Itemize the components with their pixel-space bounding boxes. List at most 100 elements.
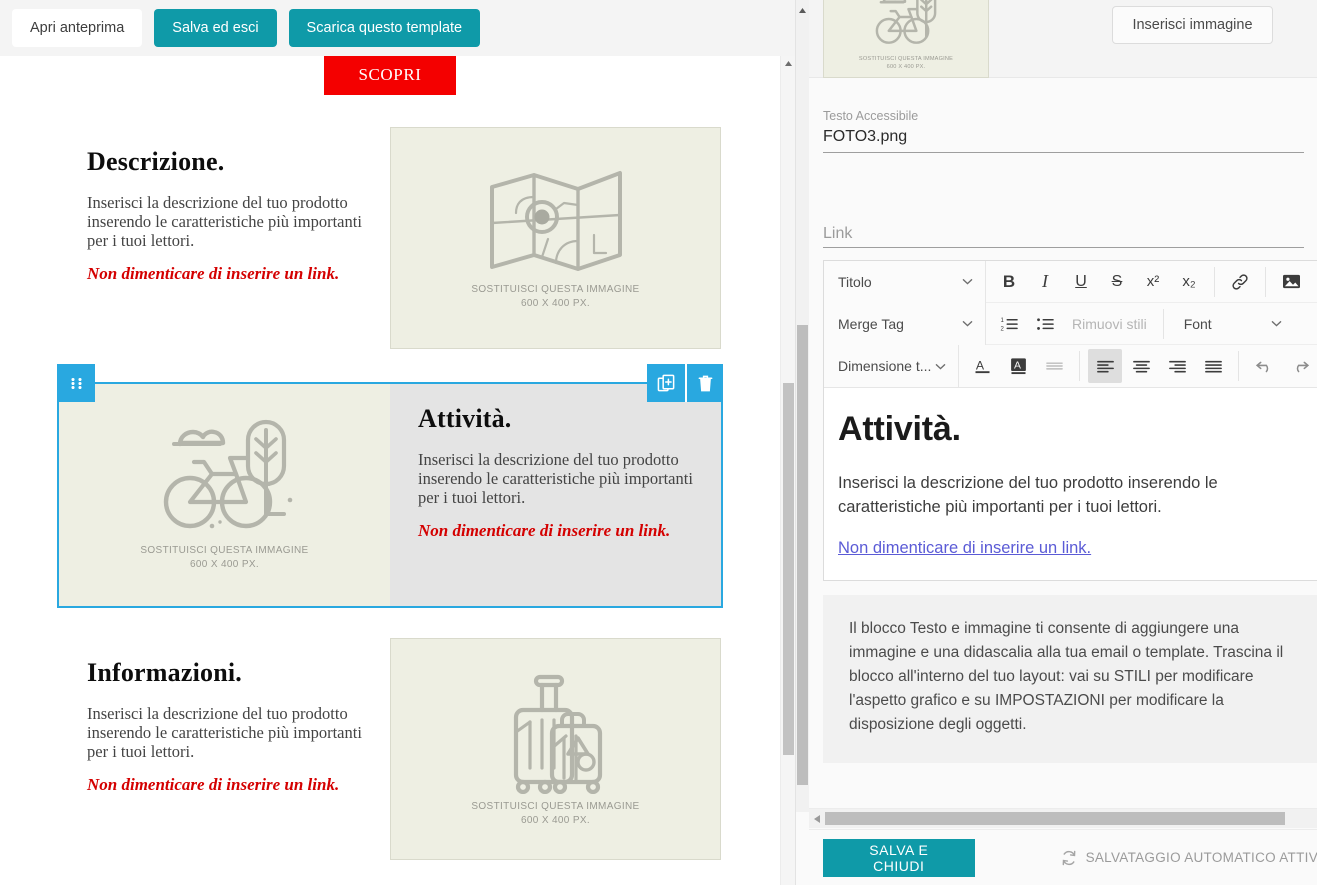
editor-link[interactable]: Non dimenticare di inserire un link. <box>838 539 1297 558</box>
block-title: Descrizione. <box>87 147 225 176</box>
merge-tag-select[interactable]: Merge Tag <box>824 302 986 345</box>
strikethrough-button[interactable]: S <box>1100 265 1134 299</box>
scroll-left-arrow-icon[interactable] <box>811 813 823 825</box>
svg-text:A: A <box>1014 361 1021 372</box>
image-caption-line1: SOSTITUISCI QUESTA IMMAGINE <box>471 801 640 812</box>
image-caption-line1: SOSTITUISCI QUESTA IMMAGINE <box>471 284 640 295</box>
block-link-text[interactable]: Non dimenticare di inserire un link. <box>418 521 701 540</box>
block-title: Informazioni. <box>87 658 242 687</box>
panel-vertical-scrollbar[interactable] <box>796 0 809 812</box>
block-body: Inserisci la descrizione del tuo prodott… <box>87 193 362 250</box>
autosave-status: SALVATAGGIO AUTOMATICO ATTIV <box>1061 850 1317 866</box>
text-color-icon[interactable]: A <box>965 349 999 383</box>
drag-handle[interactable] <box>57 364 95 402</box>
chevron-down-icon <box>962 278 973 285</box>
panel-horizontal-scrollbar[interactable] <box>809 808 1317 828</box>
panel-scrollbar-thumb[interactable] <box>797 325 808 785</box>
chevron-down-icon <box>1271 320 1282 327</box>
settings-panel: SOSTITUISCI QUESTA IMMAGINE 600 X 400 PX… <box>795 0 1317 885</box>
panel-hscrollbar-thumb[interactable] <box>825 812 1285 825</box>
alt-text-field[interactable]: Testo Accessibile FOTO3.png <box>823 92 1304 153</box>
block-text-column: Descrizione. Inserisci la descrizione de… <box>59 127 390 349</box>
email-canvas: SCOPRI Descrizione. Inserisci la descriz… <box>0 56 780 885</box>
scroll-up-arrow-icon[interactable] <box>781 56 796 71</box>
editor-toolbar: Titolo B I U S x² x₂ Merge Tag 1 2 Rimuo… <box>824 260 1317 388</box>
link-input[interactable]: Link <box>823 221 1304 247</box>
svg-text:2: 2 <box>1000 326 1004 332</box>
block-image-column[interactable]: SOSTITUISCI QUESTA IMMAGINE 600 X 400 PX… <box>59 384 390 606</box>
clear-formatting-icon[interactable] <box>1037 349 1071 383</box>
canvas-vertical-scrollbar[interactable] <box>780 56 795 885</box>
top-toolbar: Apri anteprima Salva ed esci Scarica que… <box>0 0 795 56</box>
block-image-column[interactable]: SOSTITUISCI QUESTA IMMAGINE 600 X 400 PX… <box>390 638 721 860</box>
superscript-button[interactable]: x² <box>1136 265 1170 299</box>
svg-text:A: A <box>975 358 984 372</box>
image-caption: SOSTITUISCI QUESTA IMMAGINE 600 X 400 PX… <box>471 283 639 311</box>
image-placeholder[interactable]: SOSTITUISCI QUESTA IMMAGINE 600 X 400 PX… <box>390 638 721 860</box>
subscript-button[interactable]: x₂ <box>1172 265 1206 299</box>
save-and-exit-button[interactable]: Salva ed esci <box>154 9 277 47</box>
template-editor-app: Apri anteprima Salva ed esci Scarica que… <box>0 0 1317 885</box>
block-text-column: Attività. Inserisci la descrizione del t… <box>390 384 721 606</box>
insert-link-icon[interactable] <box>1223 265 1257 299</box>
align-right-icon[interactable] <box>1160 349 1194 383</box>
thumb-caption: SOSTITUISCI QUESTA IMMAGINE 600 X 400 PX… <box>859 55 953 71</box>
content-block-informazioni[interactable]: Informazioni. Inserisci la descrizione d… <box>59 638 721 860</box>
align-center-icon[interactable] <box>1124 349 1158 383</box>
image-caption: SOSTITUISCI QUESTA IMMAGINE 600 X 400 PX… <box>140 544 308 572</box>
image-caption-line1: SOSTITUISCI QUESTA IMMAGINE <box>140 545 309 556</box>
bullet-list-icon[interactable] <box>1028 307 1062 341</box>
text-size-select[interactable]: Dimensione t... <box>824 345 959 387</box>
merge-tag-value: Merge Tag <box>838 315 904 332</box>
editor-paragraph[interactable]: Inserisci la descrizione del tuo prodott… <box>838 471 1297 519</box>
alt-text-input[interactable]: FOTO3.png <box>823 124 1304 152</box>
text-format-tools: B I U S x² x₂ <box>986 265 1317 299</box>
block-link-text[interactable]: Non dimenticare di inserire un link. <box>87 264 370 283</box>
align-justify-icon[interactable] <box>1196 349 1230 383</box>
open-preview-button[interactable]: Apri anteprima <box>12 9 143 47</box>
remove-styles-button[interactable]: Rimuovi stili <box>1064 316 1155 332</box>
luggage-illustration <box>490 670 622 794</box>
insert-image-button[interactable]: Inserisci immagine <box>1112 6 1273 44</box>
toolbar-divider <box>1238 351 1239 381</box>
link-field[interactable]: Link <box>823 221 1304 248</box>
insert-image-icon[interactable] <box>1274 265 1308 299</box>
canvas-scrollbar-thumb[interactable] <box>783 383 794 755</box>
chevron-down-icon <box>935 363 946 370</box>
content-block-attivita-selected[interactable]: SOSTITUISCI QUESTA IMMAGINE 600 X 400 PX… <box>57 364 723 608</box>
delete-block-button[interactable] <box>685 364 723 402</box>
cta-row-bottom: SCOPRI <box>59 860 721 885</box>
italic-button[interactable]: I <box>1028 265 1062 299</box>
image-placeholder[interactable]: SOSTITUISCI QUESTA IMMAGINE 600 X 400 PX… <box>59 384 390 606</box>
image-thumbnail[interactable]: SOSTITUISCI QUESTA IMMAGINE 600 X 400 PX… <box>823 0 989 78</box>
block-link-text[interactable]: Non dimenticare di inserire un link. <box>87 775 370 794</box>
editor-content-area[interactable]: Attività. Inserisci la descrizione del t… <box>824 388 1317 580</box>
font-select[interactable]: Font <box>1172 316 1292 332</box>
canvas-pane: Apri anteprima Salva ed esci Scarica que… <box>0 0 795 885</box>
redo-icon[interactable] <box>1283 349 1317 383</box>
bold-button[interactable]: B <box>992 265 1026 299</box>
block-title: Attività. <box>418 404 512 433</box>
highlight-color-icon[interactable]: A <box>1001 349 1035 383</box>
paragraph-style-select[interactable]: Titolo <box>824 260 986 303</box>
scopri-button-top[interactable]: SCOPRI <box>324 56 456 95</box>
underline-button[interactable]: U <box>1064 265 1098 299</box>
bicycle-illustration-thumb <box>869 0 943 49</box>
editor-heading[interactable]: Attività. <box>838 410 1297 449</box>
align-left-icon[interactable] <box>1088 349 1122 383</box>
block-image-column[interactable]: SOSTITUISCI QUESTA IMMAGINE 600 X 400 PX… <box>390 127 721 349</box>
ordered-list-icon[interactable]: 1 2 <box>992 307 1026 341</box>
duplicate-block-button[interactable] <box>647 364 685 402</box>
image-placeholder[interactable]: SOSTITUISCI QUESTA IMMAGINE 600 X 400 PX… <box>390 127 721 349</box>
download-template-button[interactable]: Scarica questo template <box>288 9 481 47</box>
block-text-column: Informazioni. Inserisci la descrizione d… <box>59 638 390 860</box>
undo-icon[interactable] <box>1247 349 1281 383</box>
canvas-scroll-area[interactable]: SCOPRI Descrizione. Inserisci la descriz… <box>0 56 795 885</box>
toolbar-divider <box>1162 308 1164 339</box>
svg-text:1: 1 <box>1000 318 1004 324</box>
chevron-down-icon <box>962 320 973 327</box>
panel-scroll-up-arrow-icon[interactable] <box>796 4 809 16</box>
save-and-close-button[interactable]: SALVA E CHIUDI <box>823 838 975 877</box>
rich-text-editor: Titolo B I U S x² x₂ Merge Tag 1 2 Rimuo… <box>823 260 1317 581</box>
content-block-descrizione[interactable]: Descrizione. Inserisci la descrizione de… <box>59 127 721 349</box>
